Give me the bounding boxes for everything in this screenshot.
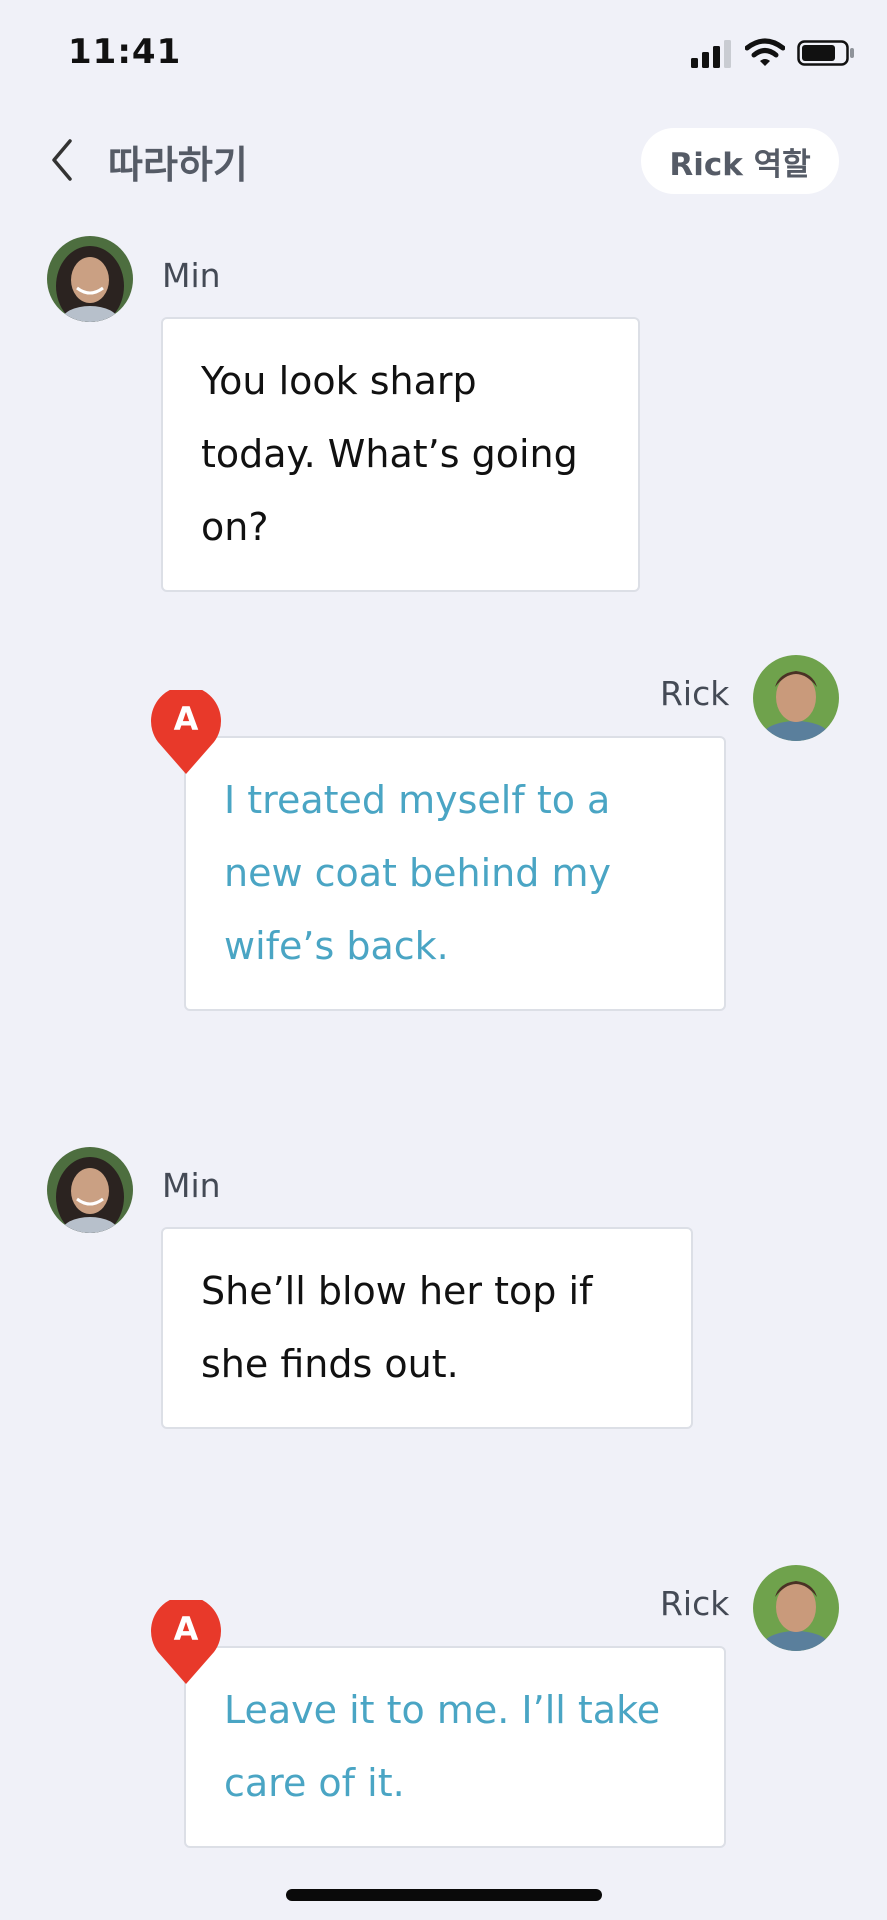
avatar-rick (753, 655, 839, 741)
status-time: 11:41 (68, 32, 182, 72)
speaker-a-badge: A (150, 686, 222, 776)
signal-icon (691, 40, 731, 68)
avatar-min-image (47, 1147, 133, 1233)
speaker-name: Min (162, 256, 221, 295)
role-select-button[interactable]: Rick 역할 (641, 128, 839, 194)
wifi-icon (745, 38, 785, 66)
avatar-rick (753, 1565, 839, 1651)
badge-label: A (173, 1610, 199, 1648)
avatar-rick-image (753, 655, 839, 741)
speaker-a-badge: A (150, 1596, 222, 1686)
avatar-min (47, 236, 133, 322)
avatar-rick-image (753, 1565, 839, 1651)
avatar-min (47, 1147, 133, 1233)
battery-icon (797, 40, 854, 66)
message-bubble: Leave it to me. I’ll take care of it. (184, 1646, 726, 1848)
badge-label: A (173, 700, 199, 738)
home-indicator[interactable] (286, 1889, 602, 1901)
speaker-name: Rick (660, 674, 730, 713)
page-title: 따라하기 (108, 143, 248, 187)
speaker-name: Rick (660, 1584, 730, 1623)
message-bubble: You look sharp today. What’s going on? (161, 317, 640, 592)
back-button[interactable] (40, 132, 84, 188)
avatar-min-image (47, 236, 133, 322)
message-bubble: I treated myself to a new coat behind my… (184, 736, 726, 1011)
speaker-name: Min (162, 1166, 221, 1205)
back-chevron-icon (52, 139, 72, 181)
message-bubble: She’ll blow her top if she finds out. (161, 1227, 693, 1429)
status-icons (691, 38, 855, 68)
